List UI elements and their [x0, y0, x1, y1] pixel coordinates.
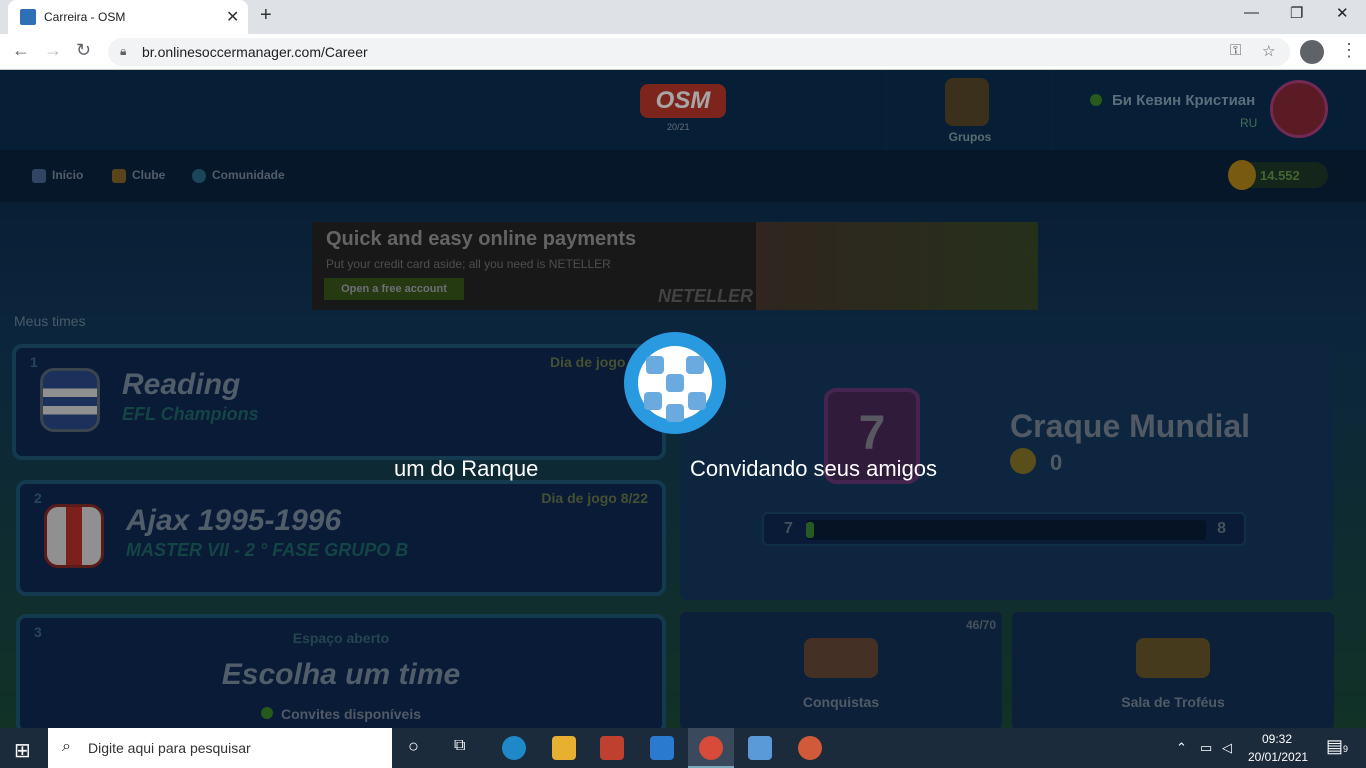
taskbar-search-placeholder: Digite aqui para pesquisar	[88, 740, 251, 756]
cortana-icon[interactable]: ○	[408, 736, 419, 757]
tray-chevron-icon[interactable]: ⌃	[1176, 740, 1187, 756]
browser-tab[interactable]: Carreira - OSM ✕	[8, 0, 248, 34]
network-icon[interactable]: ▭	[1200, 740, 1212, 756]
browser-toolbar: ← → ↻ 🔒︎ br.onlinesoccermanager.com/Care…	[0, 34, 1366, 70]
chrome-taskbar-button[interactable]	[688, 728, 734, 768]
windows-taskbar: ⊞ ⌕ Digite aqui para pesquisar ○ ⧉ ⌃ ▭ ◁…	[0, 728, 1366, 768]
task-view-icon[interactable]: ⧉	[454, 737, 465, 755]
taskbar-search[interactable]: ⌕ Digite aqui para pesquisar	[48, 728, 392, 768]
osm-page: OSM 20/21 Grupos Би Кевин Кристиан RU In…	[0, 70, 1366, 728]
app-icon[interactable]	[748, 736, 772, 760]
chrome-icon	[699, 736, 723, 760]
notifications-icon[interactable]: ▤9	[1326, 736, 1348, 757]
restore-button[interactable]: ❐	[1290, 4, 1303, 22]
new-tab-button[interactable]: +	[260, 4, 272, 27]
window-close-button[interactable]: ✕	[1336, 4, 1349, 22]
tab-close-icon[interactable]: ✕	[226, 7, 239, 27]
address-bar[interactable]: 🔒︎ br.onlinesoccermanager.com/Career ⚿ ☆	[108, 38, 1290, 66]
loading-text-right: Convidando seus amigos	[690, 456, 938, 481]
soccer-ball-icon	[624, 332, 726, 434]
browser-tab-bar: Carreira - OSM ✕ + — ❐ ✕	[0, 0, 1366, 34]
clock-time[interactable]: 09:32	[1262, 732, 1292, 746]
snipping-icon[interactable]	[798, 736, 822, 760]
windows-start-icon[interactable]: ⊞	[14, 738, 31, 763]
profile-avatar-icon[interactable]	[1300, 40, 1324, 64]
forward-arrow-icon[interactable]: →	[44, 40, 62, 61]
reload-icon[interactable]: ↻	[76, 40, 91, 61]
back-arrow-icon[interactable]: ←	[12, 40, 30, 61]
clock-date[interactable]: 20/01/2021	[1248, 750, 1308, 764]
file-explorer-icon[interactable]	[552, 736, 576, 760]
minimize-button[interactable]: —	[1244, 4, 1259, 21]
key-icon[interactable]: ⚿	[1230, 42, 1241, 59]
menu-dots-icon[interactable]: ⋮	[1340, 40, 1358, 61]
store-icon[interactable]	[600, 736, 624, 760]
loading-text-left: um do Ranque	[394, 456, 539, 481]
url-text[interactable]: br.onlinesoccermanager.com/Career	[142, 44, 368, 60]
search-icon: ⌕	[62, 738, 71, 755]
lock-icon: 🔒︎	[120, 44, 127, 58]
tab-title: Carreira - OSM	[44, 10, 126, 24]
volume-icon[interactable]: ◁	[1222, 740, 1232, 756]
mail-icon[interactable]	[650, 736, 674, 760]
tab-favicon-icon	[20, 9, 36, 25]
edge-icon[interactable]	[502, 736, 526, 760]
star-icon[interactable]: ☆	[1262, 42, 1275, 60]
